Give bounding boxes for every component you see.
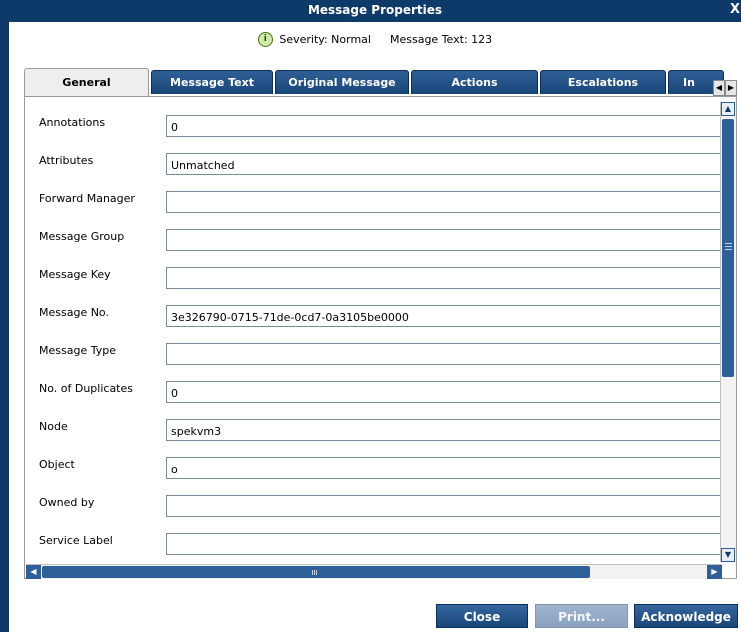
message-type-field[interactable]	[166, 343, 725, 365]
scroll-down-icon[interactable]: ▼	[721, 548, 735, 562]
message-summary: i Severity: Normal Message Text: 123	[9, 32, 741, 50]
scroll-right-icon[interactable]: ▶	[707, 565, 722, 579]
message-properties-dialog: Message Properties X i Severity: Normal …	[0, 0, 741, 632]
tab-scroll-left-icon[interactable]: ◀	[713, 80, 725, 96]
close-button[interactable]: Close	[436, 604, 528, 628]
field-label-service-label: Service Label	[39, 534, 113, 547]
message-text-label: Message Text: 123	[389, 33, 493, 46]
tab-original-message[interactable]: Original Message	[275, 70, 409, 94]
horizontal-scrollbar[interactable]: ◀ ▶	[26, 564, 722, 579]
annotations-field[interactable]: 0	[166, 115, 725, 137]
vertical-scrollbar[interactable]: ▲ ▼	[720, 102, 736, 562]
message-group-field[interactable]	[166, 229, 725, 251]
close-icon[interactable]: X	[729, 1, 741, 19]
print-button[interactable]: Print...	[535, 604, 628, 628]
field-label-annotations: Annotations	[39, 116, 106, 129]
service-label-field[interactable]	[166, 533, 725, 555]
horizontal-scroll-thumb[interactable]	[42, 566, 590, 578]
field-label-object: Object	[39, 458, 75, 471]
acknowledge-button[interactable]: Acknowledge	[634, 604, 738, 628]
general-tab-panel: Annotations 0 Attributes Unmatched Forwa…	[24, 96, 737, 579]
severity-label: Severity: Normal	[279, 33, 371, 46]
no-of-duplicates-field[interactable]: 0	[166, 381, 725, 403]
tab-message-text[interactable]: Message Text	[151, 70, 273, 94]
dialog-button-bar: Close Print... Acknowledge	[9, 600, 741, 632]
object-field[interactable]: o	[166, 457, 725, 479]
scroll-up-icon[interactable]: ▲	[721, 102, 735, 116]
window-title: Message Properties	[307, 3, 443, 17]
window-left-border	[0, 0, 9, 632]
node-field[interactable]: spekvm3	[166, 419, 725, 441]
tab-actions[interactable]: Actions	[411, 70, 538, 94]
field-label-owned-by: Owned by	[39, 496, 95, 509]
attributes-field[interactable]: Unmatched	[166, 153, 725, 175]
field-label-node: Node	[39, 420, 68, 433]
tab-escalations[interactable]: Escalations	[540, 70, 666, 94]
scroll-left-icon[interactable]: ◀	[26, 565, 41, 579]
field-label-no-of-duplicates: No. of Duplicates	[39, 382, 133, 395]
tab-general[interactable]: General	[24, 68, 149, 96]
vertical-scroll-thumb[interactable]	[722, 119, 734, 377]
field-label-message-type: Message Type	[39, 344, 116, 357]
tab-strip: General Message Text Original Message Ac…	[24, 68, 724, 98]
info-circle-icon: i	[257, 32, 273, 47]
field-label-message-key: Message Key	[39, 268, 111, 281]
owned-by-field[interactable]	[166, 495, 725, 517]
forward-manager-field[interactable]	[166, 191, 725, 213]
field-label-forward-manager: Forward Manager	[39, 192, 135, 205]
field-label-message-group: Message Group	[39, 230, 125, 243]
title-bar[interactable]: Message Properties X	[9, 0, 741, 22]
field-label-message-no: Message No.	[39, 306, 109, 319]
tab-scroll-right-icon[interactable]: ▶	[725, 80, 737, 96]
field-label-attributes: Attributes	[39, 154, 94, 167]
message-key-field[interactable]	[166, 267, 725, 289]
message-no-field[interactable]: 3e326790-0715-71de-0cd7-0a3105be0000	[166, 305, 725, 327]
